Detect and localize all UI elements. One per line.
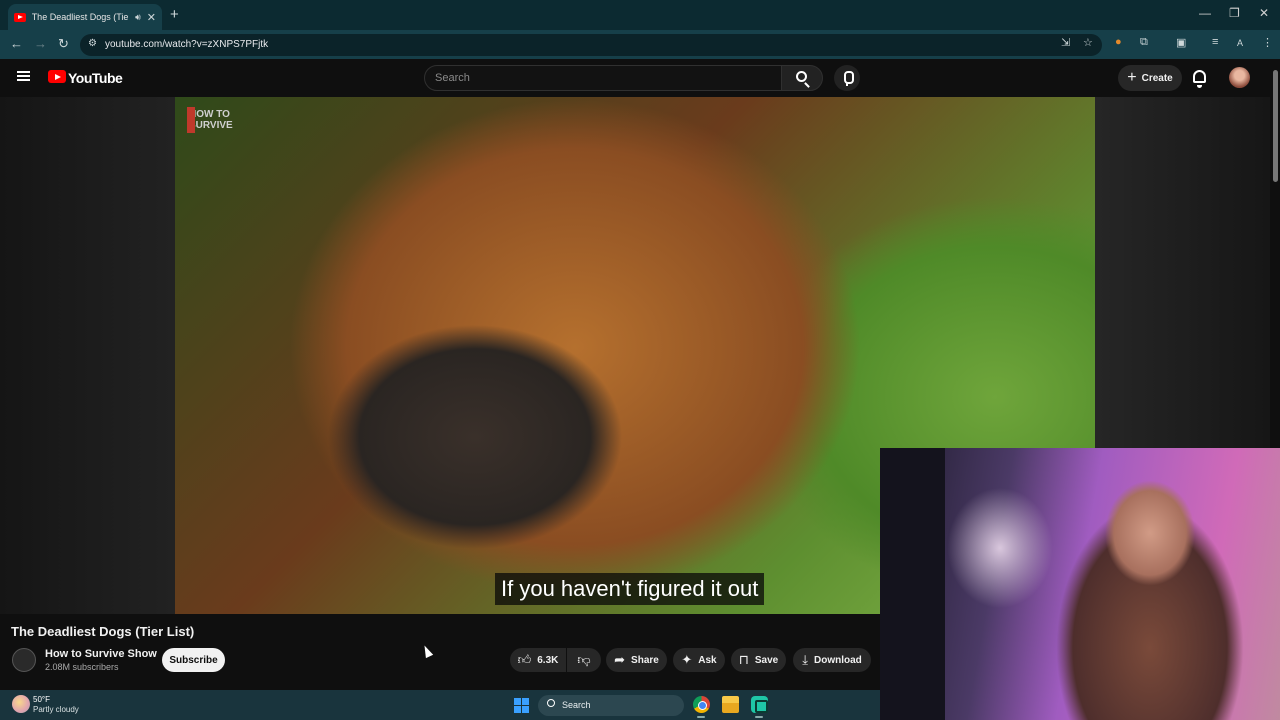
bookmark-star-icon[interactable]: ☆ <box>1083 36 1093 49</box>
windows-start-icon[interactable] <box>514 698 529 713</box>
close-window-icon[interactable]: ✕ <box>1259 6 1269 20</box>
subscriber-count: 2.08M subscribers <box>45 662 119 672</box>
subscribe-button[interactable]: Subscribe <box>162 648 225 672</box>
search-input[interactable]: Search <box>424 65 782 91</box>
download-label: Download <box>813 654 862 666</box>
taskbar-search-placeholder: Search <box>562 700 591 710</box>
maximize-icon[interactable]: ❐ <box>1229 6 1240 20</box>
ambient-glow-left <box>0 97 175 614</box>
ask-label: Ask <box>698 654 717 666</box>
weather-description[interactable]: Partly cloudy <box>33 705 79 714</box>
extension-icon[interactable]: ● <box>1115 36 1122 48</box>
like-button[interactable]: 👍︎ 6.3K <box>510 648 566 672</box>
app-active-indicator <box>755 716 763 718</box>
download-icon: ⤓ <box>802 652 808 667</box>
install-app-icon[interactable]: ⇲ <box>1061 36 1070 49</box>
channel-name[interactable]: How to Survive Show <box>45 648 157 660</box>
like-count: 6.3K <box>537 654 559 666</box>
youtube-favicon-icon <box>14 12 26 22</box>
file-explorer-taskbar-icon[interactable] <box>722 696 739 713</box>
save-label: Save <box>754 654 779 666</box>
youtube-logo-icon[interactable] <box>48 70 66 83</box>
app-taskbar-icon[interactable] <box>751 696 768 713</box>
voice-search-microphone-icon[interactable] <box>834 65 860 91</box>
chrome-active-indicator <box>697 716 705 718</box>
watermark-line1: HOW TO <box>189 109 230 120</box>
browser-tab-active[interactable]: The Deadliest Dogs (Tier Li 🔊︎ ✕ <box>8 4 162 30</box>
share-label: Share <box>631 654 659 666</box>
browser-tab-strip: The Deadliest Dogs (Tier Li 🔊︎ ✕ + — ❐ ✕ <box>0 0 1280 30</box>
site-info-icon[interactable]: ⚙ <box>88 38 97 49</box>
plus-icon: + <box>1127 69 1137 86</box>
video-title: The Deadliest Dogs (Tier List) <box>11 624 195 639</box>
create-button[interactable]: + Create <box>1118 65 1182 91</box>
thumbs-up-icon: 👍︎ <box>517 652 532 667</box>
channel-avatar[interactable] <box>12 648 36 672</box>
webcam-dark-area <box>880 448 945 720</box>
ask-button[interactable]: ✦ Ask <box>673 648 725 672</box>
sparkle-icon: ✦ <box>681 652 693 667</box>
forward-icon[interactable]: → <box>34 36 47 51</box>
weather-temperature[interactable]: 50°F <box>33 695 50 704</box>
video-caption: If you haven't figured it out <box>495 573 765 605</box>
watermark-line2: SURVIVE <box>189 120 233 131</box>
menu-hamburger-icon[interactable] <box>17 71 30 81</box>
extensions-puzzle-icon[interactable]: ⧉ <box>1140 36 1148 49</box>
taskbar-search-box[interactable]: Search <box>538 695 684 716</box>
webcam-overlay <box>880 448 1280 720</box>
search-icon <box>796 71 807 82</box>
tab-title: The Deadliest Dogs (Tier Li <box>31 12 129 22</box>
scrollbar-thumb[interactable] <box>1273 70 1278 182</box>
watermark-stripe <box>187 107 195 133</box>
notifications-bell-icon[interactable] <box>1193 70 1206 88</box>
tab-search-icon[interactable]: ▣ <box>1176 36 1186 49</box>
profile-avatar-icon[interactable]: A <box>1237 38 1243 48</box>
thumbs-down-icon: 👎︎ <box>577 652 591 667</box>
mouse-cursor-icon <box>420 643 434 659</box>
back-icon[interactable]: ← <box>10 36 23 51</box>
youtube-header: YouTube Search + Create <box>0 59 1280 97</box>
windows-taskbar: 50°F Partly cloudy Search <box>0 690 880 720</box>
save-button[interactable]: ⊓ Save <box>731 648 786 672</box>
weather-icon[interactable] <box>12 695 30 713</box>
minimize-icon[interactable]: — <box>1199 6 1211 20</box>
new-tab-icon[interactable]: + <box>170 6 179 23</box>
channel-watermark: HOW TO SURVIVE <box>187 107 233 133</box>
bookmark-icon: ⊓ <box>738 652 749 667</box>
taskbar-search-icon <box>547 699 555 707</box>
search-button[interactable] <box>781 65 823 91</box>
address-bar[interactable]: ⚙ youtube.com/watch?v=zXNPS7PFjtk <box>80 34 1102 56</box>
youtube-logo-text[interactable]: YouTube <box>68 70 123 86</box>
close-tab-icon[interactable]: ✕ <box>147 11 156 24</box>
search-placeholder: Search <box>435 72 470 84</box>
account-avatar[interactable] <box>1229 67 1250 88</box>
reload-icon[interactable]: ↻ <box>58 36 69 52</box>
share-arrow-icon: ➦ <box>614 652 626 667</box>
browser-menu-icon[interactable]: ⋮ <box>1262 36 1273 49</box>
speaker-icon[interactable]: 🔊︎ <box>135 12 141 23</box>
dislike-button[interactable]: 👎︎ <box>567 648 601 672</box>
media-controls-icon[interactable]: ≡ <box>1212 36 1218 48</box>
create-label: Create <box>1141 72 1173 84</box>
share-button[interactable]: ➦ Share <box>606 648 667 672</box>
url-text: youtube.com/watch?v=zXNPS7PFjtk <box>105 39 269 50</box>
chrome-taskbar-icon[interactable] <box>693 696 710 713</box>
download-button[interactable]: ⤓ Download <box>793 648 871 672</box>
